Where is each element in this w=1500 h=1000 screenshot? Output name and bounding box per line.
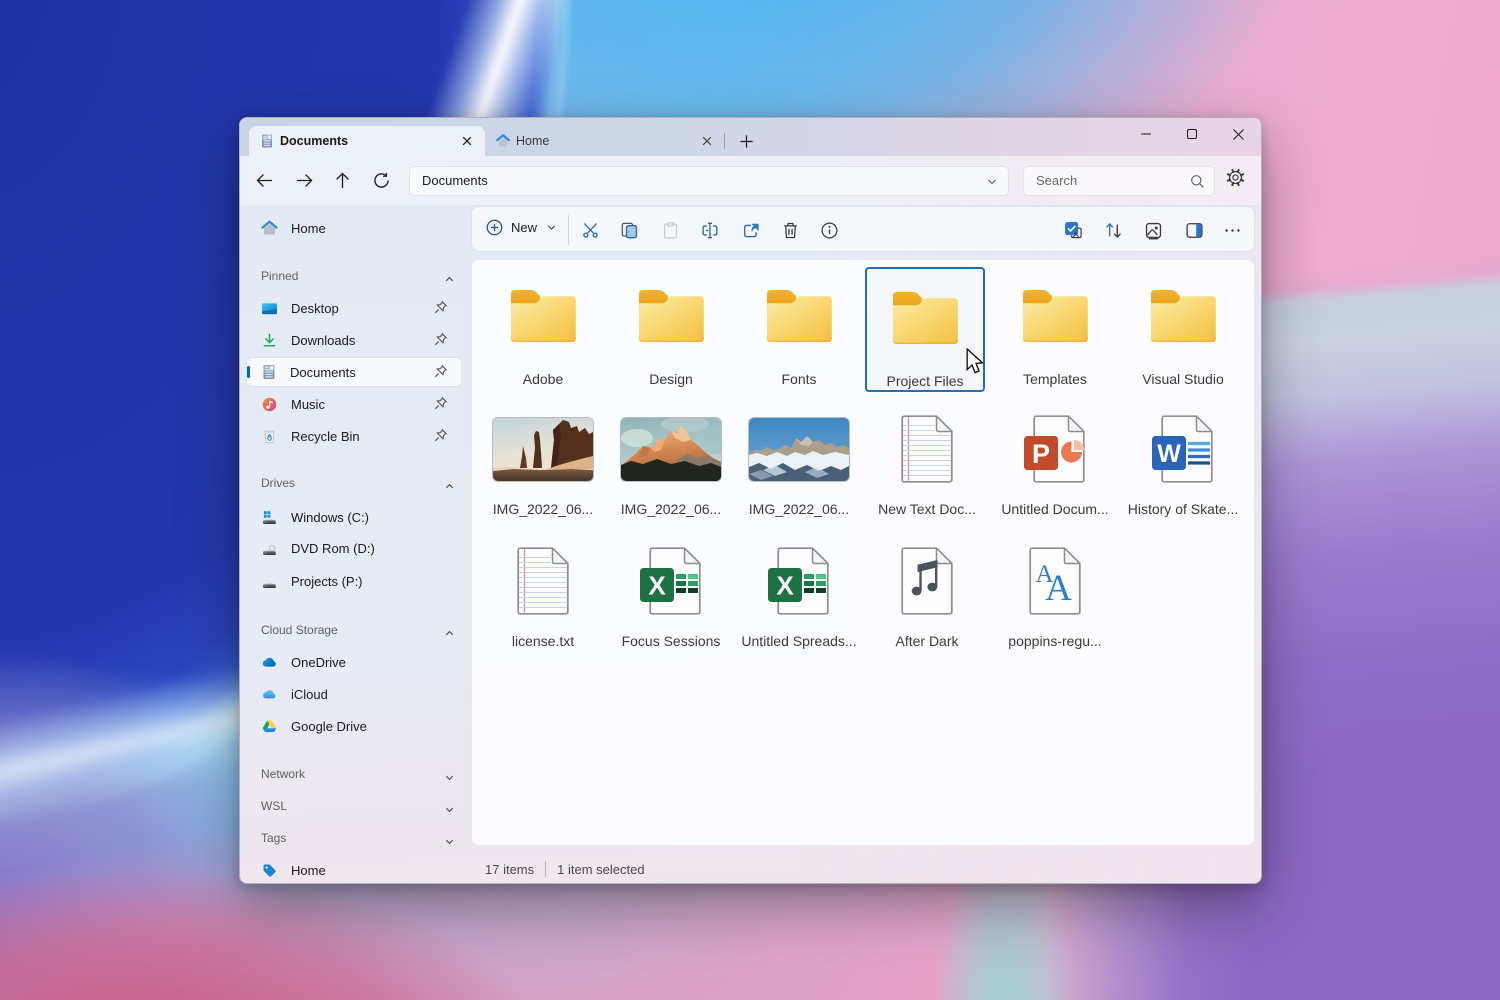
svg-text:P: P [1032, 439, 1050, 469]
svg-text:X: X [648, 571, 666, 601]
svg-text:X: X [776, 571, 794, 601]
svg-text:W: W [1157, 440, 1181, 468]
svg-text:A: A [1045, 568, 1072, 609]
